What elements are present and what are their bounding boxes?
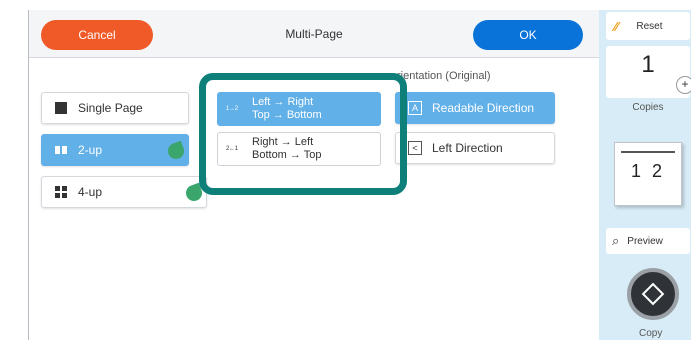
preview-label: Preview	[627, 235, 663, 247]
copy-start-button[interactable]	[627, 268, 679, 320]
highlight-frame	[199, 73, 407, 195]
reset-label: Reset	[636, 20, 663, 32]
option-label: 4-up	[78, 185, 103, 199]
preview-button[interactable]: ⌕ Preview	[606, 228, 690, 254]
reset-icon: ⁄⁄	[614, 18, 619, 34]
readable-direction-icon: A	[408, 101, 422, 115]
option-label: Single Page	[78, 101, 143, 115]
orientation-label: rientation (Original)	[397, 70, 491, 82]
four-up-icon	[54, 185, 68, 199]
copy-multipage-screen: Cancel Multi-Page OK Single Page 2-up 4-…	[28, 10, 691, 340]
option-label: Left Direction	[432, 141, 503, 155]
page-title: Multi-Page	[285, 27, 343, 41]
single-page-icon	[54, 101, 68, 115]
copies-label: Copies	[632, 102, 664, 113]
sidebar-panel: ⁄⁄ Reset 1 + Copies 1 2 ⌕ Preview Copy	[599, 10, 691, 340]
reset-button[interactable]: ⁄⁄ Reset	[606, 12, 690, 40]
start-diamond-icon	[641, 282, 665, 306]
option-left-direction[interactable]: < Left Direction	[395, 132, 555, 164]
cancel-button[interactable]: Cancel	[41, 20, 153, 50]
copy-label: Copy	[639, 328, 663, 339]
plus-icon[interactable]: +	[676, 76, 691, 94]
left-direction-icon: <	[408, 141, 422, 155]
option-single-page[interactable]: Single Page	[41, 92, 189, 124]
option-label: Readable Direction	[432, 101, 535, 115]
option-readable-direction[interactable]: A Readable Direction	[395, 92, 555, 124]
option-label: 2-up	[78, 143, 103, 157]
thumbnail-edge	[621, 151, 675, 154]
ok-button[interactable]: OK	[473, 20, 583, 50]
layout-thumbnail[interactable]: 1 2	[614, 142, 682, 206]
copies-value: 1	[641, 51, 655, 78]
option-4-up[interactable]: 4-up	[41, 176, 207, 208]
eco-leaf-icon	[165, 140, 187, 162]
option-2-up[interactable]: 2-up	[41, 134, 189, 166]
copies-field[interactable]: 1 +	[606, 46, 691, 98]
thumbnail-text: 1 2	[630, 161, 666, 181]
header-bar: Cancel Multi-Page OK	[29, 10, 599, 58]
preview-icon: ⌕	[612, 233, 620, 248]
two-up-icon	[54, 143, 68, 157]
